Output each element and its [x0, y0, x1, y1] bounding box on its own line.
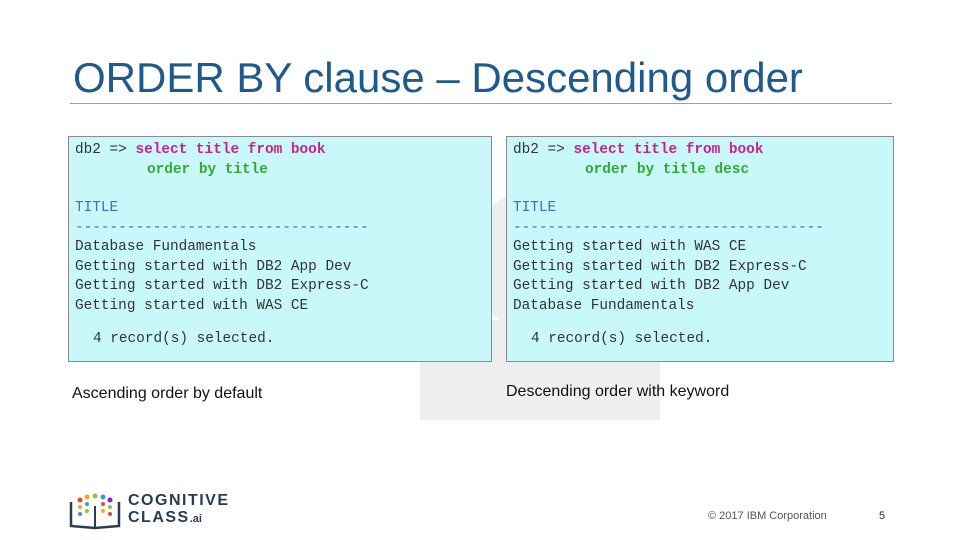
- query-continuation: order by title desc: [513, 161, 893, 181]
- book-icon: [69, 493, 121, 530]
- ascending-query-panel: db2 => select title from book order by t…: [68, 136, 492, 362]
- cognitive-class-logo: COGNITIVE CLASS.ai: [68, 492, 228, 532]
- copyright-notice: © 2017 IBM Corporation: [708, 510, 827, 522]
- logo-suffix: .ai: [189, 513, 202, 525]
- column-header: TITLE: [513, 200, 557, 216]
- record-count: 4 record(s) selected.: [93, 331, 275, 347]
- result-row: Getting started with DB2 Express-C: [513, 258, 807, 275]
- result-row: Database Fundamentals: [75, 239, 257, 255]
- page-number: 5: [879, 510, 886, 522]
- descending-caption: Descending order with keyword: [506, 383, 730, 400]
- result-row: Getting started with DB2 App Dev: [75, 258, 352, 275]
- result-row: Getting started with DB2 Express-C: [75, 278, 369, 294]
- result-row: Database Fundamentals: [513, 297, 695, 314]
- record-count: 4 record(s) selected.: [531, 331, 713, 347]
- column-header: TITLE: [75, 200, 119, 216]
- slide-title: ORDER BY clause – Descending order: [73, 54, 803, 101]
- descending-query-panel: db2 => select title from book order by t…: [506, 136, 894, 362]
- prompt: db2 =>: [513, 142, 565, 158]
- logo-line2: CLASS: [128, 509, 190, 526]
- ascending-caption: Ascending order by default: [72, 385, 263, 402]
- query-keywords: select title from book: [135, 142, 326, 158]
- query-keywords: select title from book: [573, 142, 764, 158]
- query-continuation: order by title: [75, 161, 491, 181]
- result-row: Getting started with WAS CE: [75, 297, 309, 314]
- query-line: db2 => select title from book: [513, 141, 893, 161]
- title-underline: [70, 103, 892, 104]
- order-by-clause: order by title: [147, 161, 268, 178]
- order-by-desc-clause: order by title desc: [585, 161, 750, 178]
- result-row: Getting started with WAS CE: [513, 239, 747, 255]
- column-separator: ----------------------------------: [75, 219, 369, 236]
- logo-wordmark: COGNITIVE CLASS.ai: [128, 492, 230, 528]
- prompt: db2 =>: [75, 142, 127, 158]
- query-line: db2 => select title from book: [75, 141, 491, 161]
- logo-line1: COGNITIVE: [128, 492, 230, 509]
- column-separator: ------------------------------------: [513, 219, 824, 236]
- result-row: Getting started with DB2 App Dev: [513, 278, 790, 294]
